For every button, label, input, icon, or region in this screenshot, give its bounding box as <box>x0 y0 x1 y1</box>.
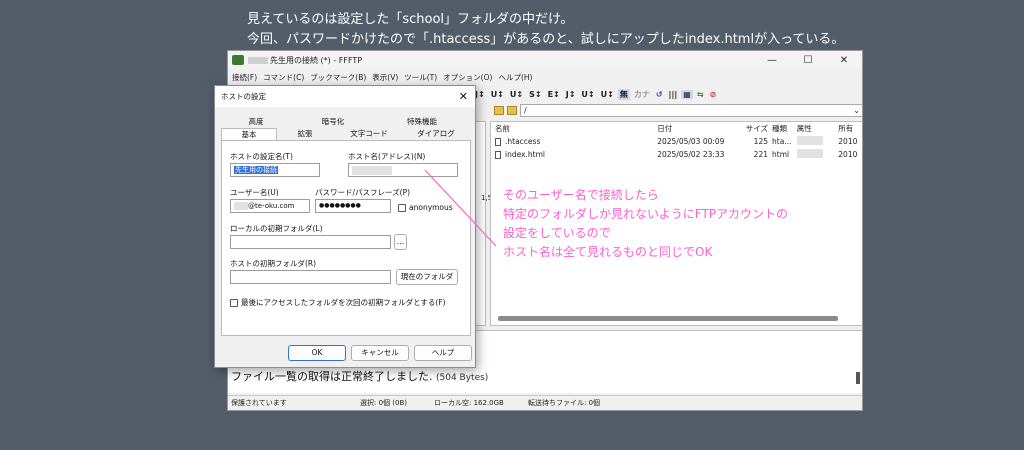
pink-note: そのユーザー名で接続したら 特定のフォルダしか見れないようにFTPアカウントの … <box>503 186 788 262</box>
note-line-3: 設定をしているので <box>503 226 611 240</box>
note-line-2: 特定のフォルダしか見れないようにFTPアカウントの <box>503 207 789 221</box>
note-line-4: ホスト名は全て見れるものと同じでOK <box>503 245 713 259</box>
note-line-1: そのユーザー名で接続したら <box>503 188 659 202</box>
annotation-line <box>424 169 497 247</box>
